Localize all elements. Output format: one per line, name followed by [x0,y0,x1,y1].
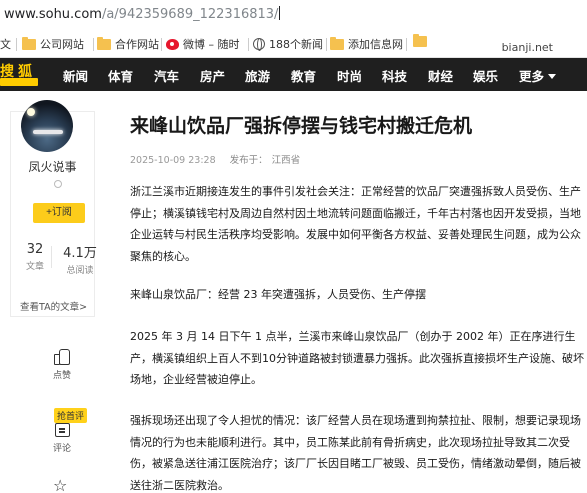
bookmark-label: 微博 – 随时 [183,38,240,51]
bookmark-item[interactable]: 188个新闻 [253,36,323,52]
like-label: 点赞 [52,371,71,381]
bookmark-item[interactable]: 添加信息网 [330,36,403,52]
author-name[interactable]: 凤火说事 [0,158,105,175]
bookmark-divider [93,38,94,51]
nav-item-tech[interactable]: 科技 [382,66,407,85]
bookmark-item[interactable]: 文 [0,36,11,52]
article-meta: 2025-10-09 23:28 发布于： 江西省 [130,152,314,166]
views-label: 总阅读 [66,266,94,276]
nav-item-news[interactable]: 新闻 [63,66,88,85]
like-button[interactable]: 点赞 [43,348,81,381]
folder-icon [330,36,344,50]
articles-label: 文章 [25,262,44,272]
bookmark-divider [326,38,327,51]
bookmark-item[interactable]: 公司网站 [22,36,84,52]
folder-icon [413,34,427,47]
bookmark-label: 文 [0,38,11,51]
site-watermark: bianji.net [501,41,553,54]
level-icon [54,180,62,188]
publish-date: 2025-10-09 23:28 [130,155,216,166]
site-logo[interactable]: 搜狐 [0,58,40,91]
bookmark-divider [248,38,249,51]
url-host: www.sohu.com [4,7,102,22]
article-paragraph: 2025 年 3 月 14 日下午 1 点半，兰溪市来峰山泉饮品厂（创办于 20… [130,330,584,386]
folder-icon [22,36,36,50]
comment-icon [54,423,70,437]
published-prefix: 发布于： [229,155,268,166]
bookmark-folder[interactable] [413,34,427,47]
url-path: /a/942359689_122316813/ [101,7,279,22]
articles-stat: 32 文章 [20,242,50,272]
bookmark-label: 188个新闻 [269,38,323,51]
chevron-down-icon [548,74,557,79]
follow-button[interactable]: +订阅 [33,203,85,223]
nav-item-ent[interactable]: 娱乐 [473,66,498,85]
article-paragraph: 浙江兰溪市近期接连发生的事件引发社会关注：正常经营的饮品厂突遭强拆致人员受伤、生… [130,185,581,263]
bookmarks-bar: 文 公司网站 合作网站 微博 – 随时 188个新闻 添加信息网 [0,30,587,58]
nav-item-finance[interactable]: 财经 [428,66,453,85]
bookmark-divider [161,38,162,51]
text-caret [279,6,281,20]
nav-item-fashion[interactable]: 时尚 [337,66,362,85]
nav-item-education[interactable]: 教育 [291,66,316,85]
bookmark-item[interactable]: 合作网站 [97,36,159,52]
article-title: 来峰山饮品厂强拆停摆与钱宅村搬迁危机 [130,115,473,137]
channel-nav: 搜狐 新闻 体育 汽车 房产 旅游 教育 时尚 科技 财经 娱乐 更多 [0,58,587,91]
views-stat: 4.1万 总阅读 [60,242,100,276]
article-paragraph: 强拆现场还出现了令人担忧的情况：该厂经营人员在现场遭到拘禁拉扯、限制，想要记录现… [130,414,581,492]
bookmark-divider [406,38,407,51]
nav-item-more[interactable]: 更多 [519,66,557,85]
avatar[interactable] [21,100,73,152]
first-comment-badge: 抢首评 [54,408,88,423]
bookmark-item[interactable]: 微博 – 随时 [166,36,240,52]
address-bar[interactable]: www.sohu.com/a/942359689_122316813/ [0,0,587,30]
see-all-articles-link[interactable]: 查看TA的文章> [20,299,87,313]
bookmark-label: 添加信息网 [348,38,403,51]
views-count: 4.1万 [63,246,97,261]
nav-item-auto[interactable]: 汽车 [154,66,179,85]
comment-button[interactable]: 评论 [43,423,81,454]
article-paragraph: 来峰山泉饮品厂：经营 23 年突遭强拆，人员受伤、生产停摆 [130,288,426,301]
publish-location: 江西省 [271,155,301,166]
articles-count: 32 [26,242,44,257]
bookmark-label: 公司网站 [40,38,84,51]
nav-item-realestate[interactable]: 房产 [200,66,225,85]
thumbs-up-icon [54,348,70,365]
nav-item-sports[interactable]: 体育 [108,66,133,85]
nav-more-label: 更多 [519,69,545,84]
nav-item-travel[interactable]: 旅游 [245,66,270,85]
star-icon[interactable]: ☆ [53,478,67,493]
globe-icon [253,38,265,51]
folder-icon [97,36,111,50]
url-text[interactable]: www.sohu.com/a/942359689_122316813/ [4,6,281,22]
stat-divider [51,246,52,268]
bookmark-label: 合作网站 [115,38,159,51]
comment-label: 评论 [52,444,71,454]
bookmark-divider [16,38,17,51]
logo-bar [0,78,38,86]
weibo-icon [166,38,179,50]
